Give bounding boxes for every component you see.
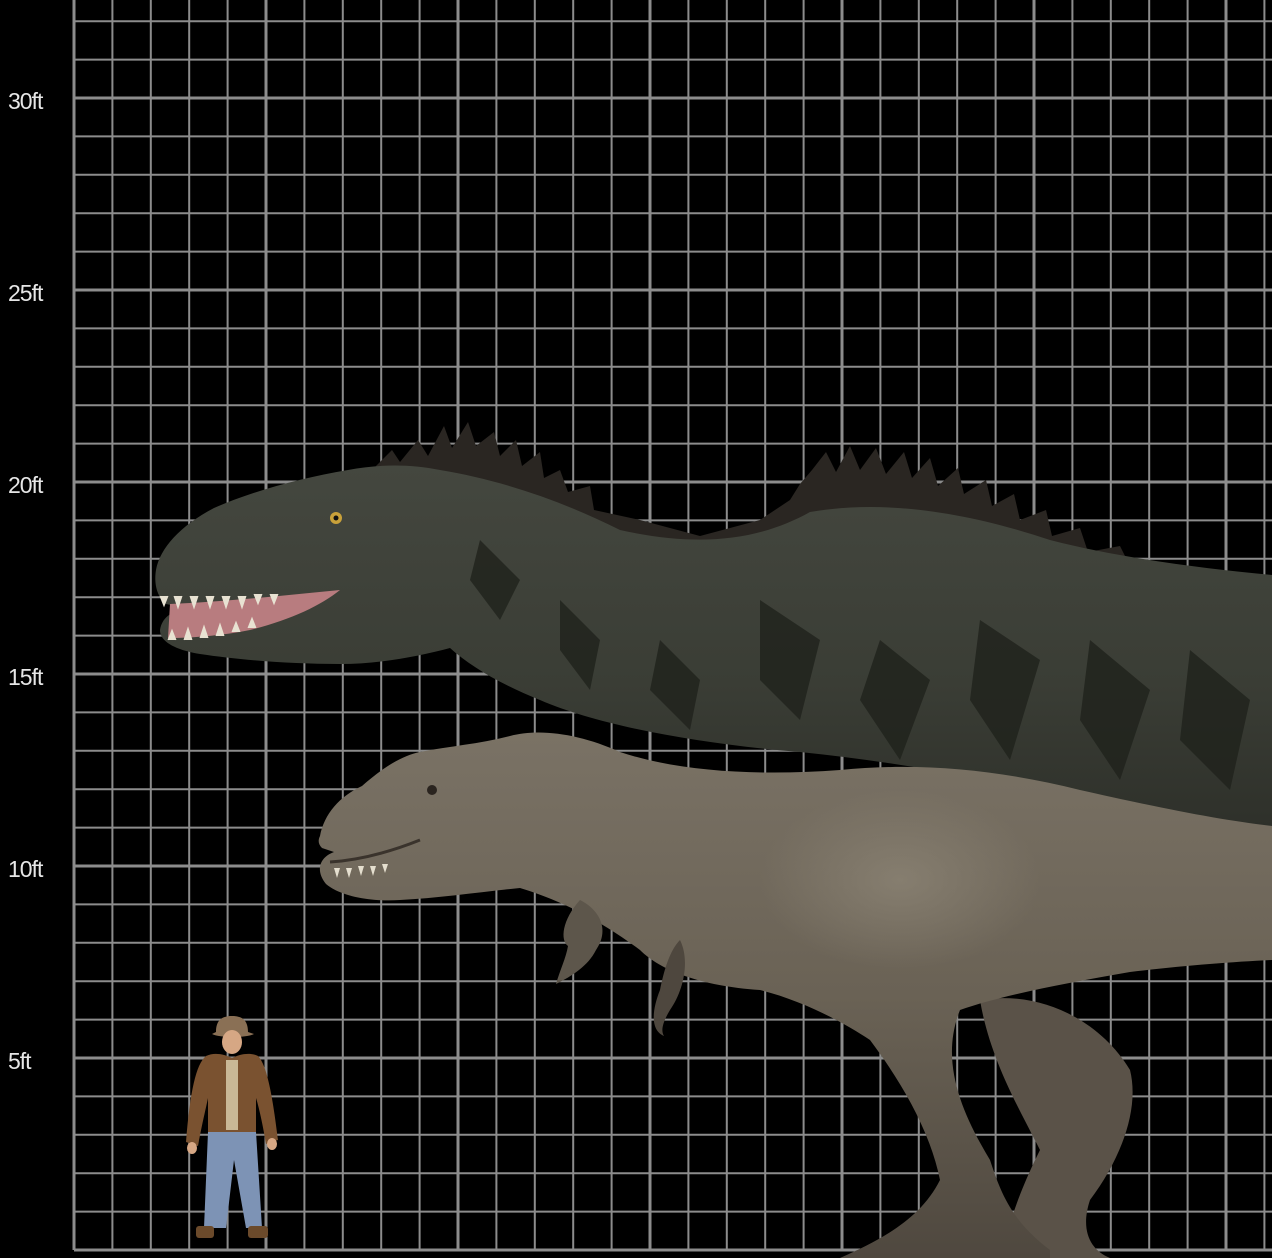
y-tick-label: 5ft (8, 1048, 32, 1074)
y-tick-label: 30ft (8, 88, 44, 114)
boot-left (196, 1226, 214, 1238)
tyrannosaur-eye-icon (427, 785, 437, 795)
hand-left (187, 1142, 197, 1154)
spiked-theropod-pupil (333, 515, 339, 521)
size-comparison-chart: 5ft 10ft 15ft 20ft 25ft 30ft (0, 0, 1272, 1258)
y-tick-label: 15ft (8, 664, 44, 690)
boot-right (248, 1226, 268, 1238)
y-tick-label: 25ft (8, 280, 44, 306)
hand-right (267, 1138, 277, 1150)
y-tick-label: 20ft (8, 472, 44, 498)
y-tick-label: 10ft (8, 856, 44, 882)
human-face (222, 1030, 242, 1054)
tyrannosaur-belly-highlight (760, 790, 1040, 970)
shirt (226, 1060, 238, 1130)
